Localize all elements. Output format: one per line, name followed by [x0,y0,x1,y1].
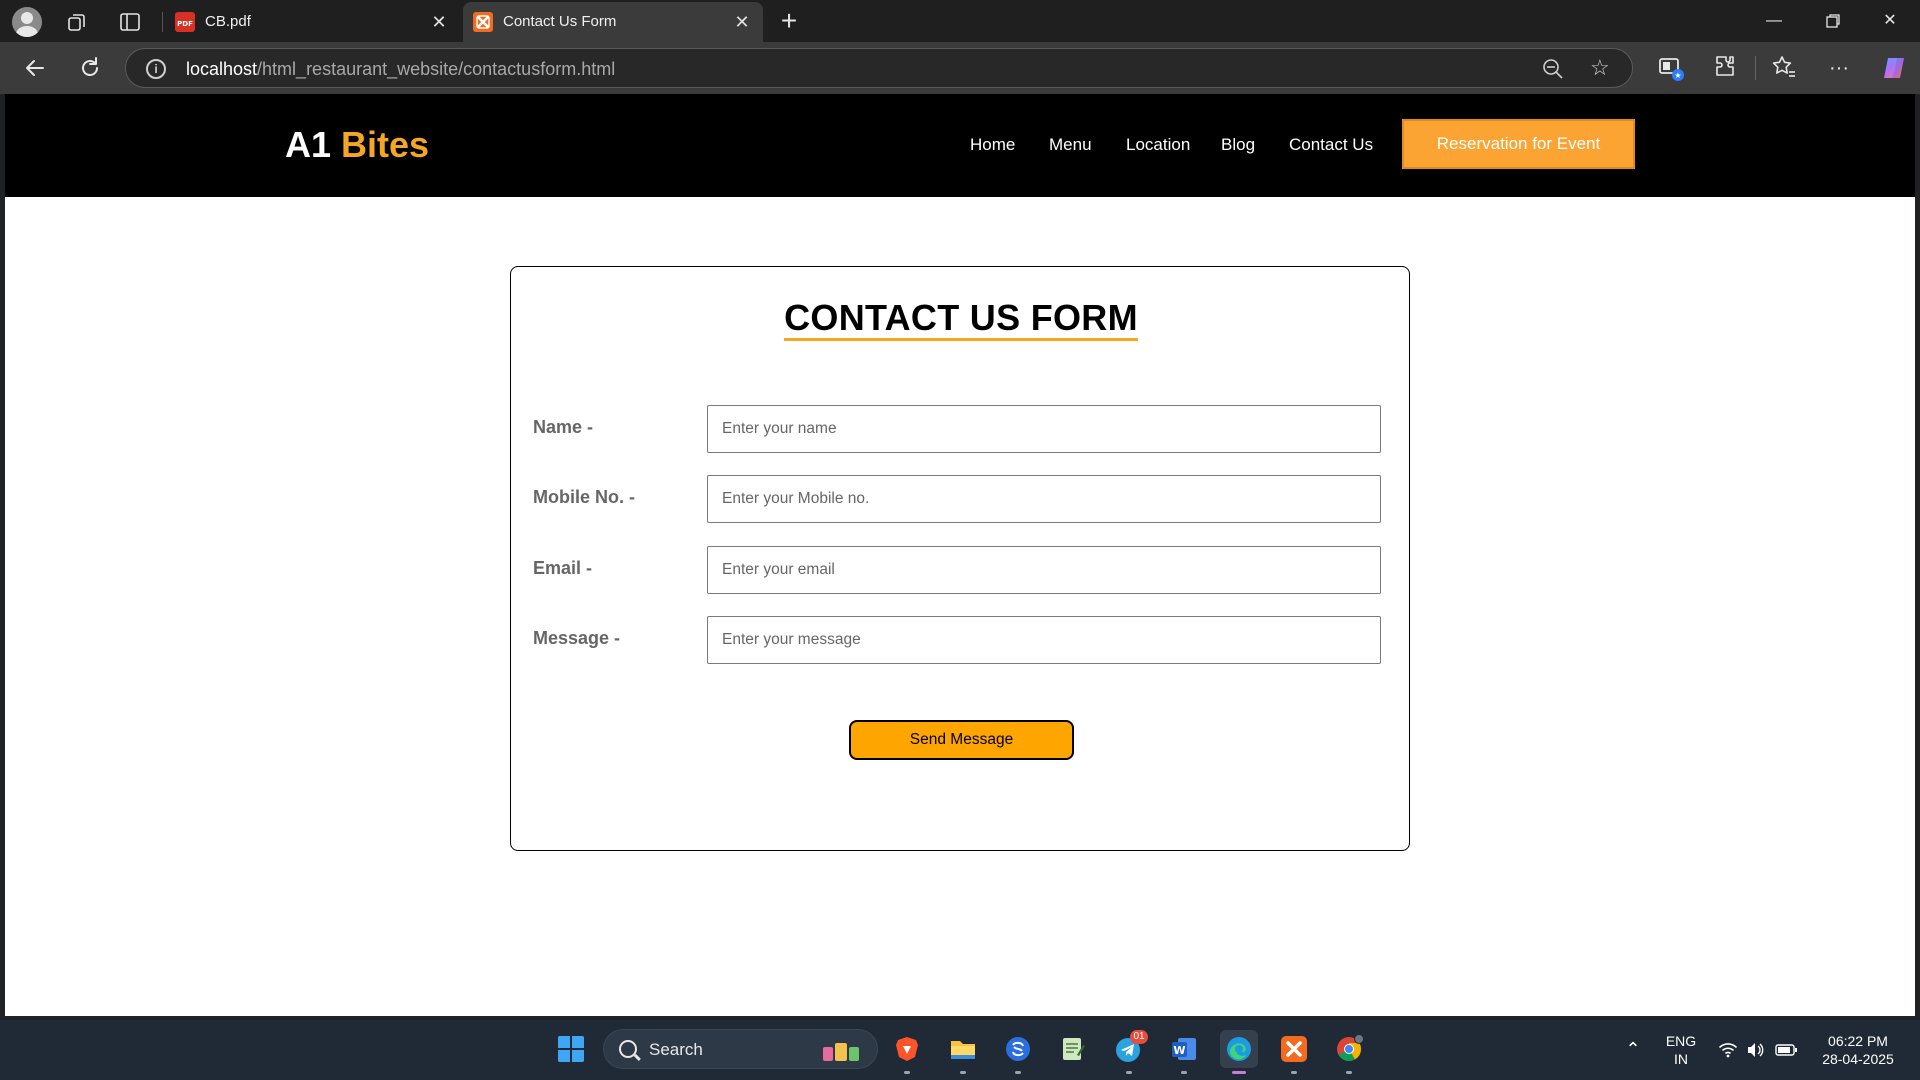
telegram-badge: 01 [1130,1030,1148,1044]
favorite-star-icon[interactable]: ☆ [1590,56,1614,80]
split-screen-icon[interactable]: ★ [1657,54,1685,82]
tab-cb-pdf[interactable]: PDF CB.pdf ✕ [165,2,460,42]
clock-date: 28-04-2025 [1822,1051,1894,1067]
url-path: /html_restaurant_website/contactusform.h… [257,59,616,79]
simplenote-icon[interactable] [999,1030,1037,1074]
telegram-icon[interactable]: 01 [1110,1030,1148,1074]
nav-menu[interactable]: Menu [1049,135,1092,155]
zoom-out-icon[interactable] [1542,58,1564,80]
favorites-icon[interactable] [1770,54,1798,82]
logo-main: A1 [285,124,332,165]
xampp-icon[interactable] [1275,1030,1313,1074]
email-input[interactable] [707,546,1381,594]
nav-location[interactable]: Location [1126,135,1190,155]
running-indicator [1232,1071,1246,1074]
running-indicator [1346,1071,1352,1074]
search-highlight-icon [819,1037,863,1063]
volume-icon [1748,1043,1764,1057]
site-logo[interactable]: A1 Bites [285,124,429,166]
browser-tab-strip: PDF CB.pdf ✕ Contact Us Form ✕ + — ✕ [0,0,1920,42]
chevron-up-icon[interactable]: ⌃ [1620,1040,1646,1058]
url-text[interactable]: localhost/html_restaurant_website/contac… [186,59,615,80]
nav-home[interactable]: Home [970,135,1015,155]
running-indicator [1126,1071,1132,1074]
nav-blog[interactable]: Blog [1221,135,1255,155]
tab-contact-us-form[interactable]: Contact Us Form ✕ [463,2,763,42]
notepad-icon[interactable] [1054,1030,1092,1068]
contact-form-card: CONTACT US FORM Name - Mobile No. - Emai… [510,266,1410,851]
url-host: localhost [186,59,258,79]
site-info-icon[interactable]: i [146,59,166,79]
tab-separator [162,12,163,32]
mobile-label: Mobile No. - [533,487,635,507]
running-indicator [1015,1071,1021,1074]
page-viewport: A1 Bites Home Menu Location Blog Contact… [5,94,1915,1016]
windows-start-icon[interactable] [552,1030,590,1068]
xampp-icon [473,12,493,32]
file-explorer-icon[interactable] [944,1030,982,1074]
restore-icon[interactable] [1815,6,1851,36]
running-indicator [1291,1071,1297,1074]
system-tray-quick-settings[interactable] [1716,1039,1806,1061]
search-label: Search [649,1040,703,1059]
refresh-icon[interactable] [77,55,103,81]
form-title-text: CONTACT US FORM [784,297,1138,341]
pdf-icon: PDF [175,12,195,32]
word-icon[interactable]: W [1165,1030,1203,1074]
email-label: Email - [533,558,593,578]
vertical-tabs-icon[interactable] [118,10,142,34]
svg-text:PDF: PDF [177,20,193,28]
nav-contact-us[interactable]: Contact Us [1289,135,1373,155]
clock[interactable]: 06:22 PM 28-04-2025 [1808,1032,1908,1068]
svg-text:★: ★ [1674,71,1681,80]
mobile-input[interactable] [707,475,1381,523]
new-tab-icon[interactable]: + [775,7,803,36]
close-window-icon[interactable]: ✕ [1872,6,1908,36]
back-arrow-icon[interactable] [22,55,48,81]
browser-toolbar: i localhost/html_restaurant_website/cont… [0,42,1920,94]
toolbar-divider [1755,56,1756,80]
region-label: IN [1674,1051,1688,1067]
reservation-button[interactable]: Reservation for Event [1402,119,1635,169]
more-options-icon[interactable]: ··· [1825,54,1853,82]
running-indicator [1181,1071,1187,1074]
name-input[interactable] [707,405,1381,453]
site-header: A1 Bites Home Menu Location Blog Contact… [5,94,1915,197]
running-indicator [960,1071,966,1074]
windows-taskbar: Search 01 W ⌃ ENG IN 06:22 PM 28-04-2025 [0,1020,1920,1080]
tab-close-icon[interactable]: ✕ [428,11,450,33]
message-label: Message - [533,628,621,648]
svg-text:W: W [1173,1044,1185,1057]
tab-title: CB.pdf [205,13,251,30]
tab-title: Contact Us Form [503,13,617,30]
form-title: CONTACT US FORM [511,297,1411,341]
logo-accent: Bites [341,124,430,165]
taskbar-search[interactable]: Search [603,1029,878,1069]
send-message-button[interactable]: Send Message [849,720,1074,760]
wifi-icon [1719,1043,1737,1058]
name-label: Name - [533,417,594,437]
battery-icon [1775,1044,1797,1056]
minimize-icon[interactable]: — [1756,6,1792,36]
edge-icon[interactable] [1220,1030,1258,1074]
clock-time: 06:22 PM [1828,1033,1888,1049]
address-bar[interactable]: i localhost/html_restaurant_website/cont… [125,48,1633,88]
chrome-icon[interactable] [1330,1030,1368,1074]
copilot-icon[interactable] [1880,54,1908,82]
workspaces-icon[interactable] [65,10,89,34]
running-indicator [904,1071,910,1074]
input-language[interactable]: ENG IN [1660,1032,1702,1068]
tab-close-icon[interactable]: ✕ [731,11,753,33]
language-label: ENG [1665,1033,1697,1049]
brave-icon[interactable] [888,1030,926,1074]
extensions-icon[interactable] [1711,54,1739,82]
profile-avatar-icon[interactable] [12,7,42,37]
message-input[interactable] [707,616,1381,664]
search-icon [619,1040,637,1058]
